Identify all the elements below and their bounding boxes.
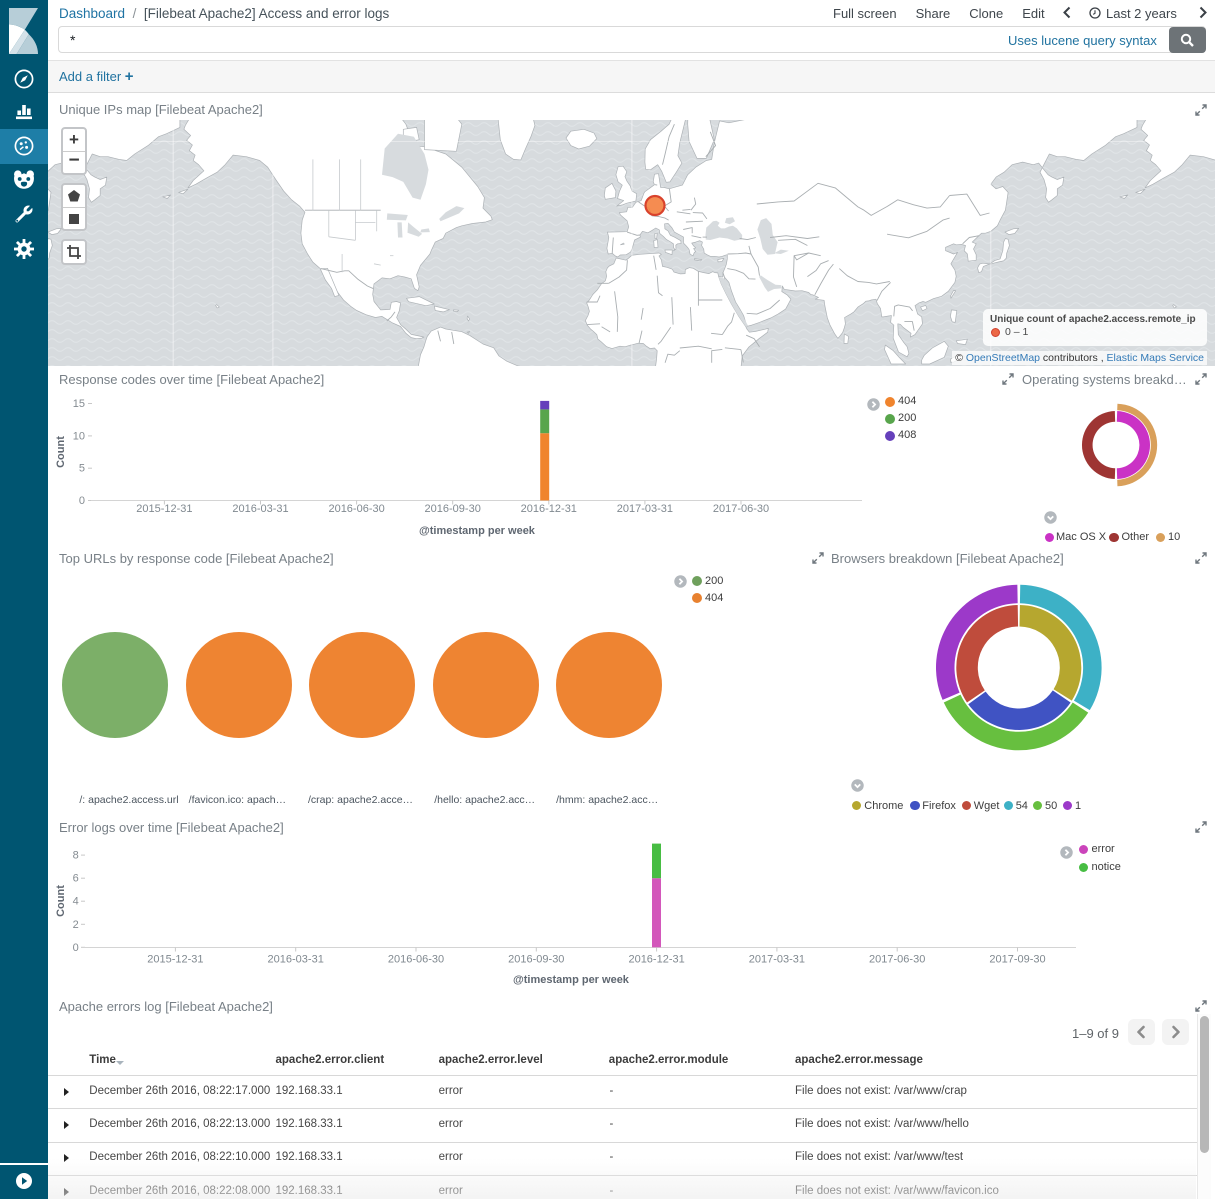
svg-text:2016-09-30: 2016-09-30	[508, 954, 564, 966]
svg-text:2017-03-31: 2017-03-31	[617, 503, 673, 515]
svg-text:2016-09-30: 2016-09-30	[425, 503, 481, 515]
svg-text:2: 2	[73, 919, 79, 931]
svg-text:2017-09-30: 2017-09-30	[989, 954, 1045, 966]
svg-text:2017-06-30: 2017-06-30	[869, 954, 925, 966]
svg-text:5: 5	[79, 463, 85, 475]
svg-text:2016-12-31: 2016-12-31	[521, 503, 577, 515]
svg-text:0: 0	[73, 942, 79, 954]
svg-text:0: 0	[79, 495, 85, 507]
svg-text:8: 8	[73, 850, 79, 862]
svg-text:15: 15	[73, 398, 85, 410]
svg-text:6: 6	[73, 873, 79, 885]
svg-text:Count: Count	[55, 436, 67, 468]
svg-text:2015-12-31: 2015-12-31	[147, 954, 203, 966]
svg-text:2016-06-30: 2016-06-30	[328, 503, 384, 515]
svg-text:2016-03-31: 2016-03-31	[268, 954, 324, 966]
svg-text:10: 10	[73, 430, 85, 442]
svg-text:@timestamp per week: @timestamp per week	[419, 525, 536, 537]
svg-text:2015-12-31: 2015-12-31	[136, 503, 192, 515]
svg-text:@timestamp per week: @timestamp per week	[513, 974, 630, 986]
svg-text:2017-06-30: 2017-06-30	[713, 503, 769, 515]
svg-text:2017-03-31: 2017-03-31	[749, 954, 805, 966]
svg-text:2016-03-31: 2016-03-31	[232, 503, 288, 515]
svg-text:2016-12-31: 2016-12-31	[628, 954, 684, 966]
svg-text:Count: Count	[55, 885, 67, 917]
svg-text:4: 4	[73, 896, 79, 908]
svg-text:2016-06-30: 2016-06-30	[388, 954, 444, 966]
